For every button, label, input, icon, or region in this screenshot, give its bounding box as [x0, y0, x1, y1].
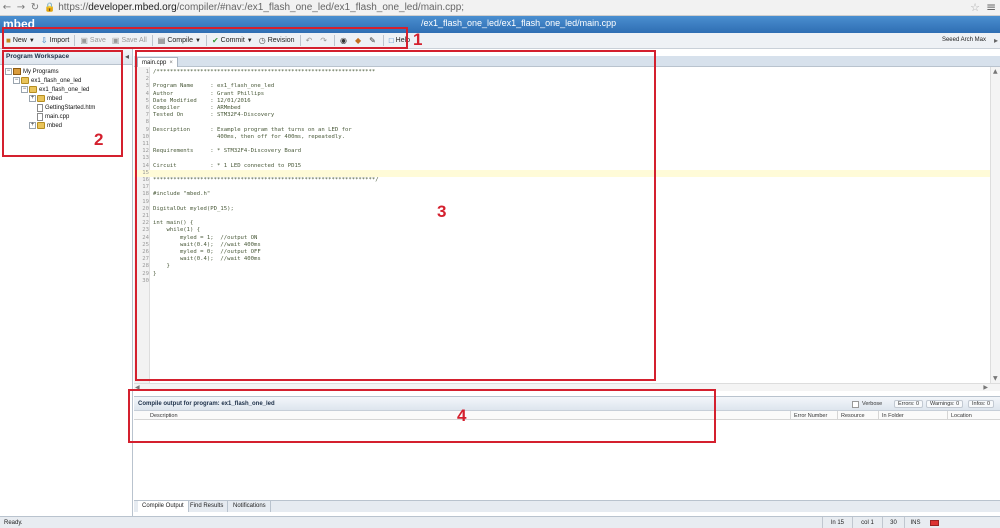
bottom-panel-tabs: Compile Output Find Results Notification… — [134, 500, 1000, 512]
language-flag-icon — [930, 520, 939, 526]
tab-label: Compile Output — [142, 503, 184, 509]
column-divider — [837, 411, 838, 420]
scroll-up-icon[interactable]: ▲ — [993, 68, 998, 75]
column-error-number[interactable]: Error Number — [794, 413, 827, 419]
url-domain: developer.mbed.org — [88, 2, 177, 13]
url-path: /compiler/#nav:/ex1_flash_one_led/ex1_fl… — [176, 2, 465, 13]
callout-box-3 — [135, 50, 656, 381]
column-divider — [790, 411, 791, 420]
verbose-label: Verbose — [862, 401, 883, 407]
column-location[interactable]: Location — [951, 413, 972, 419]
warnings-count[interactable]: Warnings: 0 — [926, 400, 964, 408]
infos-count-label: Infos: 0 — [972, 401, 991, 407]
target-platform[interactable]: Seeed Arch Max — [942, 37, 986, 43]
editor-vertical-scrollbar[interactable]: ▲ ▼ — [990, 67, 1000, 383]
tab-find-results[interactable]: Find Results — [186, 501, 229, 512]
status-insert-mode: INS — [904, 517, 926, 528]
lock-icon: 🔒 — [44, 2, 56, 13]
infos-count[interactable]: Infos: 0 — [968, 400, 995, 408]
verbose-checkbox[interactable]: Verbose — [852, 400, 882, 408]
callout-box-4 — [128, 389, 716, 443]
browser-menu-icon[interactable]: ≡ — [986, 0, 996, 14]
errors-count-label: Errors: 0 — [898, 401, 920, 407]
url-field[interactable]: https://developer.mbed.org/compiler/#nav… — [58, 2, 464, 13]
column-in-folder[interactable]: In Folder — [882, 413, 904, 419]
collapse-panel-icon[interactable]: ◂ — [125, 52, 129, 61]
checkbox-icon — [852, 400, 859, 408]
scroll-right-icon[interactable]: ▶ — [983, 384, 988, 391]
browser-address-bar: ← → ↻ 🔒 https://developer.mbed.org/compi… — [0, 0, 1000, 16]
toolbar-scroll-icon[interactable]: ▸ — [994, 36, 998, 45]
status-column: col 1 — [852, 517, 882, 528]
column-divider — [947, 411, 948, 420]
back-arrow-icon[interactable]: ← — [0, 1, 14, 15]
callout-box-2 — [2, 50, 123, 157]
status-number: 30 — [882, 517, 904, 528]
mbed-compiler-window: ← → ↻ 🔒 https://developer.mbed.org/compi… — [0, 0, 1000, 528]
tab-label: Notifications — [233, 503, 266, 509]
status-bar: Ready. ln 15 col 1 30 INS — [0, 516, 1000, 528]
status-line: ln 15 — [822, 517, 852, 528]
column-divider — [878, 411, 879, 420]
warnings-count-label: Warnings: 0 — [930, 401, 960, 407]
scroll-down-icon[interactable]: ▼ — [993, 375, 998, 382]
column-resource[interactable]: Resource — [841, 413, 865, 419]
callout-number-1: 1 — [413, 30, 423, 49]
bookmark-star-icon[interactable]: ☆ — [970, 1, 980, 14]
current-file-path: /ex1_flash_one_led/ex1_flash_one_led/mai… — [421, 18, 617, 28]
errors-count[interactable]: Errors: 0 — [894, 400, 924, 408]
url-protocol: https:// — [58, 2, 89, 13]
callout-number-4: 4 — [457, 406, 467, 425]
status-text: Ready. — [4, 520, 23, 526]
callout-number-2: 2 — [94, 130, 104, 149]
tab-label: Find Results — [190, 503, 224, 509]
forward-arrow-icon[interactable]: → — [14, 1, 28, 15]
tab-notifications[interactable]: Notifications — [229, 501, 271, 512]
callout-number-3: 3 — [437, 202, 447, 221]
tab-compile-output[interactable]: Compile Output — [138, 501, 189, 512]
reload-icon[interactable]: ↻ — [28, 1, 42, 15]
callout-box-1 — [2, 27, 408, 49]
